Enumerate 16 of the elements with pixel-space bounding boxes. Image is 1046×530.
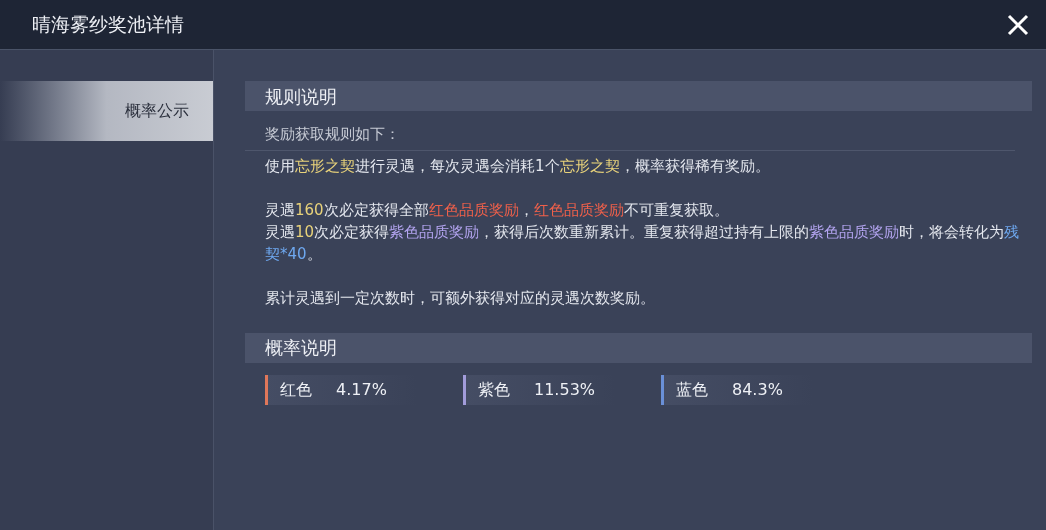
window-title: 晴海雾纱奖池详情 [32,12,184,38]
tier-value: 11.53% [534,378,595,401]
tier-label: 紫色 [478,378,510,401]
rule-text: 使用忘形之契进行灵遇，每次灵遇会消耗1个忘形之契，概率获得稀有奖励。 [265,155,771,177]
rule-text: 灵遇160次必定获得全部红色品质奖励，红色品质奖励不可重复获取。 [265,199,730,221]
rules-subtitle: 奖励获取规则如下： [245,111,1015,151]
tier-value: 84.3% [732,378,783,401]
sidebar-tab[interactable]: 概率公示 [0,81,213,141]
close-icon [1007,13,1029,36]
section-header: 概率说明 [245,332,1032,363]
tier-label: 红色 [280,378,312,401]
rule-text: 累计灵遇到一定次数时，可额外获得对应的灵遇次数奖励。 [265,287,656,309]
rule-text: 灵遇10次必定获得紫色品质奖励，获得后次数重新累计。重复获得超过持有上限的紫色品质奖励时，将会转化为残契*40。 [265,221,1021,265]
tier-label: 蓝色 [676,378,708,401]
tier-value: 4.17% [336,378,387,401]
section-header: 规则说明 [245,81,1032,111]
